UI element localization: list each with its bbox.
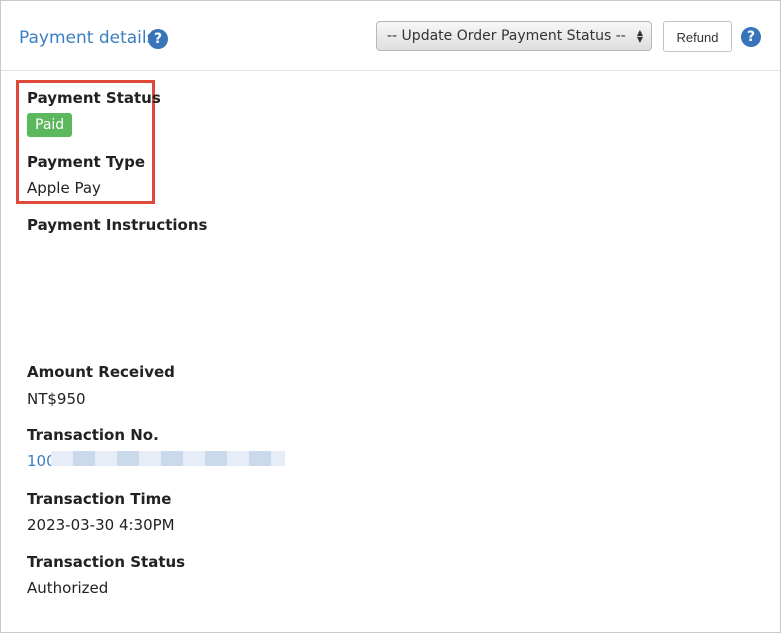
transaction-status-label: Transaction Status	[27, 553, 186, 571]
transaction-time-label: Transaction Time	[27, 490, 172, 508]
transaction-no-label: Transaction No.	[27, 426, 159, 444]
amount-received-value: NT$950	[27, 390, 86, 408]
transaction-time-value: 2023-03-30 4:30PM	[27, 516, 175, 534]
panel-title: Payment details	[19, 28, 156, 48]
amount-received-label: Amount Received	[27, 363, 175, 381]
help-question-icon[interactable]: ?	[148, 29, 168, 49]
payment-status-label: Payment Status	[27, 89, 161, 107]
transaction-status-value: Authorized	[27, 579, 109, 597]
refund-button[interactable]: Refund	[663, 21, 732, 52]
select-value: -- Update Order Payment Status --	[387, 28, 626, 44]
payment-type-label: Payment Type	[27, 153, 146, 171]
payment-type-value: Apple Pay	[27, 179, 101, 197]
payment-instructions-label: Payment Instructions	[27, 216, 208, 234]
panel-header: Payment details ? -- Update Order Paymen…	[1, 1, 780, 71]
status-badge: Paid	[27, 113, 73, 137]
up-down-arrows-icon: ▲ ▼	[636, 28, 644, 44]
redacted-transaction-number	[51, 451, 285, 466]
help-question-icon[interactable]: ?	[741, 27, 761, 47]
update-payment-status-select[interactable]: -- Update Order Payment Status -- ▲ ▼	[376, 21, 652, 51]
payment-details-panel: Payment details ? -- Update Order Paymen…	[0, 0, 781, 633]
